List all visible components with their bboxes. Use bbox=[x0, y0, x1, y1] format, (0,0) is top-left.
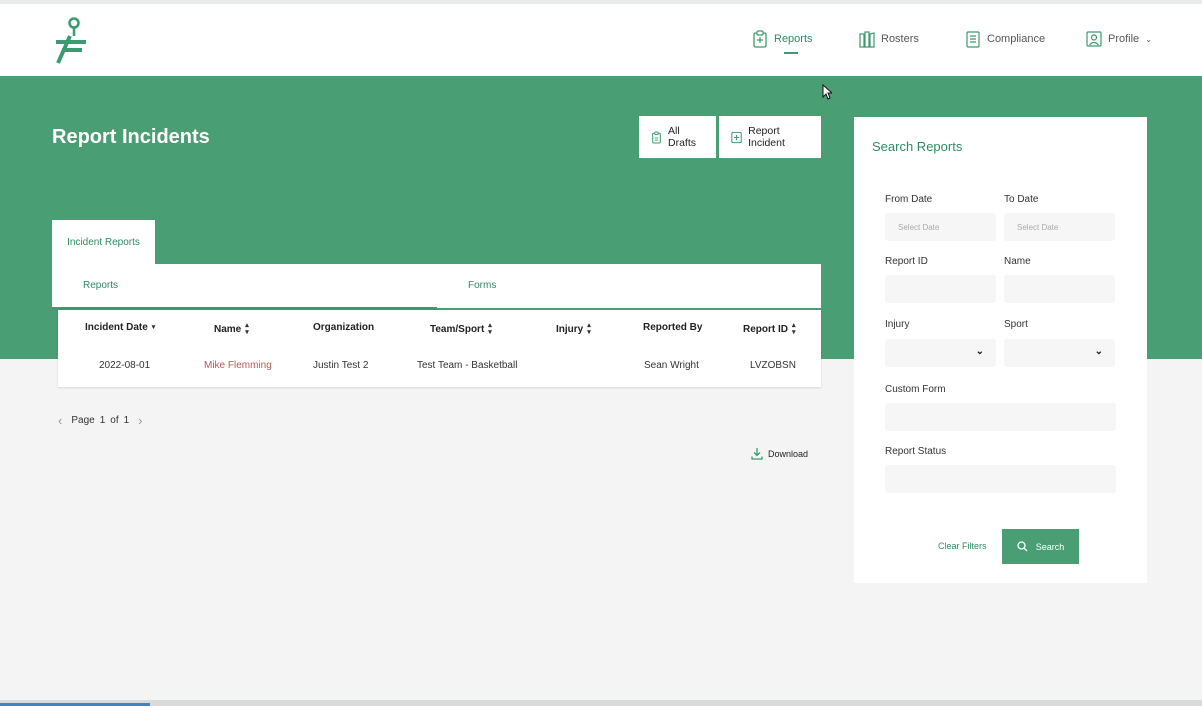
nav-reports[interactable]: Reports bbox=[752, 30, 813, 48]
chevron-down-icon: ⌄ bbox=[975, 346, 984, 357]
chevron-left-icon[interactable]: ‹ bbox=[54, 413, 66, 428]
from-date-placeholder: Select Date bbox=[898, 222, 940, 232]
search-panel: Search Reports From Date Select Date To … bbox=[854, 117, 1147, 583]
chevron-down-icon: ⌄ bbox=[1094, 346, 1103, 357]
nav-reports-label: Reports bbox=[774, 33, 813, 45]
sort-desc-icon: ▾ bbox=[151, 324, 156, 331]
page-total: 1 bbox=[123, 415, 130, 426]
header-report-id-label: Report ID bbox=[743, 323, 788, 335]
subtabs-bar: Reports Forms bbox=[52, 264, 821, 310]
to-date-field[interactable]: Select Date bbox=[1004, 213, 1115, 241]
sport-label: Sport bbox=[1004, 319, 1028, 330]
cell-incident-date: 2022-08-01 bbox=[99, 360, 151, 371]
header-team-sport[interactable]: Team/Sport ▴ ▾ bbox=[430, 322, 492, 336]
download-button[interactable]: Download bbox=[751, 447, 808, 460]
app-header: Reports Rosters Compliance Profile ⌄ bbox=[0, 4, 1202, 76]
chevron-down-icon: ⌄ bbox=[1145, 34, 1152, 44]
report-incident-button[interactable]: Report Incident bbox=[719, 116, 821, 158]
nav-active-indicator bbox=[784, 52, 798, 54]
cell-report-id: LVZOBSN bbox=[750, 360, 796, 371]
sort-icon: ▴ ▾ bbox=[792, 322, 796, 336]
reports-table: Incident Date ▾ Name ▴ ▾ Organization Tea… bbox=[58, 310, 821, 387]
cell-reported-by: Sean Wright bbox=[644, 360, 699, 371]
name-label: Name bbox=[1004, 256, 1031, 267]
page-current: 1 bbox=[99, 415, 106, 426]
sort-icon: ▴ ▾ bbox=[587, 322, 591, 336]
to-date-placeholder: Select Date bbox=[1017, 222, 1059, 232]
from-date-field[interactable]: Select Date bbox=[885, 213, 996, 241]
bottom-scrollbar bbox=[0, 700, 1202, 706]
cell-team-sport: Test Team - Basketball bbox=[417, 360, 518, 371]
nav-profile-label: Profile bbox=[1108, 33, 1140, 45]
nav-profile[interactable]: Profile ⌄ bbox=[1086, 30, 1152, 48]
from-date-label: From Date bbox=[885, 194, 933, 205]
custom-form-field[interactable] bbox=[885, 403, 1116, 431]
injury-label: Injury bbox=[885, 319, 910, 330]
page-of-label: of bbox=[110, 415, 119, 426]
sort-icon: ▴ ▾ bbox=[488, 322, 492, 336]
search-panel-title: Search Reports bbox=[872, 139, 963, 154]
all-drafts-button[interactable]: All Drafts bbox=[639, 116, 716, 158]
nav-rosters[interactable]: Rosters bbox=[859, 30, 919, 48]
report-id-label: Report ID bbox=[885, 256, 928, 267]
report-status-label: Report Status bbox=[885, 446, 947, 457]
header-organization: Organization bbox=[313, 322, 374, 333]
header-incident-date-label: Incident Date bbox=[85, 322, 148, 333]
name-field[interactable] bbox=[1004, 275, 1115, 303]
to-date-label: To Date bbox=[1004, 194, 1039, 205]
header-report-id[interactable]: Report ID ▴ ▾ bbox=[743, 322, 796, 336]
header-reported-by: Reported By bbox=[643, 322, 702, 333]
subtab-forms[interactable]: Forms bbox=[468, 280, 496, 291]
compliance-icon bbox=[966, 31, 980, 48]
report-id-field[interactable] bbox=[885, 275, 996, 303]
tab-incident-reports[interactable]: Incident Reports bbox=[52, 220, 155, 264]
injury-select[interactable]: ⌄ bbox=[885, 339, 996, 367]
header-name[interactable]: Name ▴ ▾ bbox=[214, 322, 249, 336]
search-icon bbox=[1017, 541, 1028, 552]
clipboard-icon bbox=[652, 131, 661, 143]
all-drafts-label: All Drafts bbox=[667, 125, 696, 149]
pagination: ‹ Page 1 of 1 › bbox=[54, 413, 147, 428]
nav-compliance[interactable]: Compliance bbox=[965, 30, 1045, 48]
search-button-label: Search bbox=[1035, 541, 1065, 552]
mouse-cursor-icon bbox=[822, 84, 832, 100]
profile-icon bbox=[1086, 31, 1102, 47]
search-button[interactable]: Search bbox=[1002, 529, 1079, 564]
header-injury-label: Injury bbox=[556, 323, 584, 335]
header-incident-date[interactable]: Incident Date ▾ bbox=[85, 322, 155, 333]
page-title: Report Incidents bbox=[52, 126, 210, 148]
app-logo[interactable] bbox=[52, 16, 92, 66]
download-icon bbox=[751, 448, 763, 460]
nav-compliance-label: Compliance bbox=[987, 33, 1046, 45]
chevron-right-icon[interactable]: › bbox=[134, 413, 146, 428]
roster-icon bbox=[859, 31, 875, 48]
subtab-reports[interactable]: Reports bbox=[83, 280, 118, 291]
header-organization-label: Organization bbox=[313, 322, 375, 333]
header-team-sport-label: Team/Sport bbox=[430, 323, 485, 335]
nav-rosters-label: Rosters bbox=[881, 33, 919, 45]
report-status-field[interactable] bbox=[885, 465, 1116, 493]
download-label: Download bbox=[768, 448, 809, 459]
report-icon bbox=[753, 30, 767, 48]
header-injury[interactable]: Injury ▴ ▾ bbox=[556, 322, 591, 336]
sort-icon: ▴ ▾ bbox=[245, 322, 249, 336]
clear-filters-button[interactable]: Clear Filters bbox=[938, 541, 987, 551]
custom-form-label: Custom Form bbox=[885, 384, 946, 395]
sport-select[interactable]: ⌄ bbox=[1004, 339, 1115, 367]
add-icon bbox=[731, 131, 742, 143]
header-name-label: Name bbox=[214, 323, 242, 335]
header-reported-by-label: Reported By bbox=[643, 322, 703, 333]
cell-organization: Justin Test 2 bbox=[313, 360, 369, 371]
report-incident-label: Report Incident bbox=[748, 125, 785, 149]
page-label: Page bbox=[71, 415, 95, 426]
cell-name-link[interactable]: Mike Flemming bbox=[204, 360, 272, 371]
